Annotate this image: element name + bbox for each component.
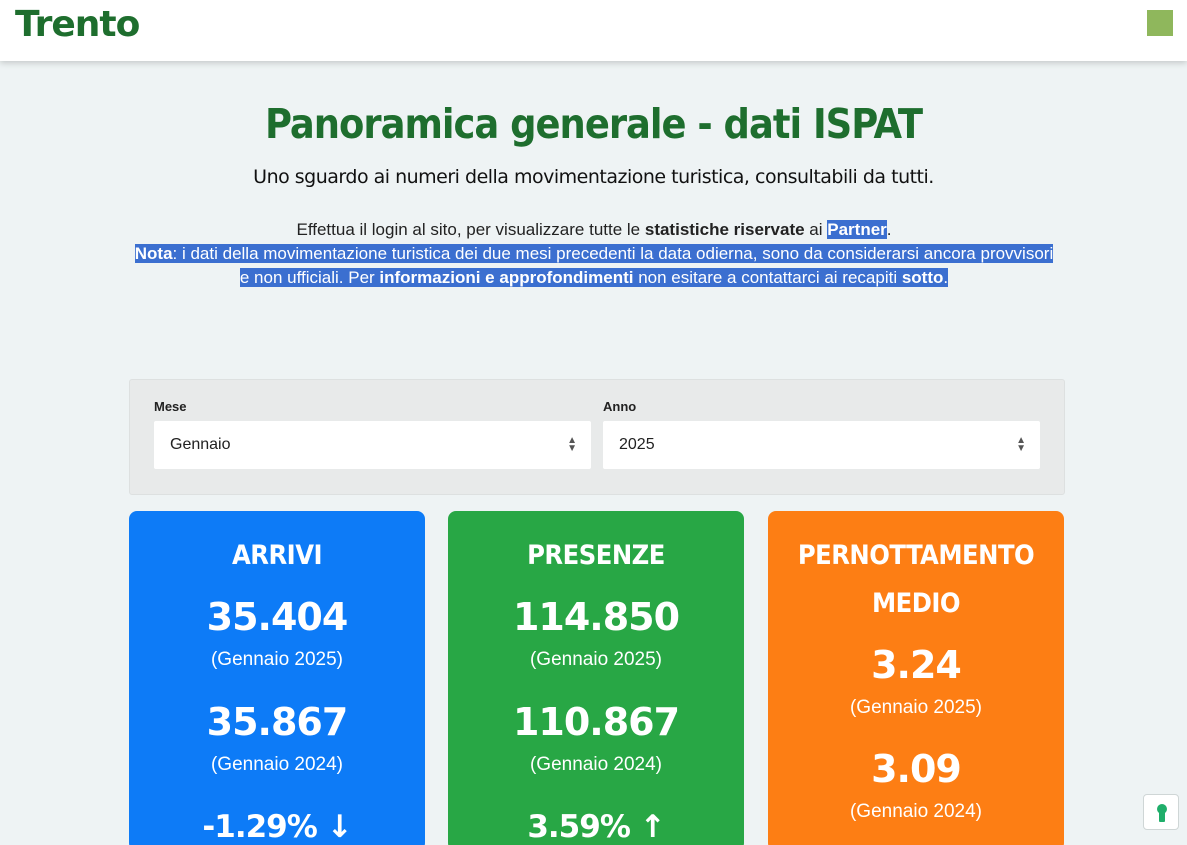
current-value: 35.404 <box>206 595 349 639</box>
previous-value: 110.867 <box>512 700 680 744</box>
delta-value: 3.59% <box>527 809 631 845</box>
year-label: Anno <box>603 399 637 414</box>
select-caret-icon: ▲ ▼ <box>567 435 577 454</box>
delta-value: -1.29% <box>202 809 317 845</box>
month-select-value: Gennaio <box>170 436 231 453</box>
top-navbar: Trento <box>0 0 1187 61</box>
info-text: Effettua il login al sito, per visualizz… <box>130 218 1058 290</box>
login-notice-end: . <box>886 220 892 239</box>
previous-value: 35.867 <box>206 700 349 744</box>
year-select[interactable]: 2025 ▲ ▼ <box>603 421 1040 469</box>
current-period: (Gennaio 2025) <box>529 649 663 670</box>
filters-panel: Mese Gennaio ▲ ▼ Anno 2025 ▲ ▼ <box>129 379 1065 495</box>
card-title: PRESENZE <box>527 540 665 571</box>
card-pernottamento-medio: PERNOTTAMENTO MEDIO 3.24 (Gennaio 2025) … <box>768 511 1064 845</box>
nota-label: Nota <box>134 244 173 263</box>
current-value: 114.850 <box>512 595 680 639</box>
delta-row: 3.59% ↑ <box>448 809 744 845</box>
accessibility-helper-button[interactable] <box>1143 794 1179 830</box>
nota-end: . <box>943 268 949 287</box>
select-caret-icon: ▲ ▼ <box>1016 435 1026 454</box>
card-arrivi: ARRIVI 35.404 (Gennaio 2025) 35.867 (Gen… <box>129 511 425 845</box>
page-subtitle: Uno sguardo ai numeri della movimentazio… <box>253 166 934 188</box>
month-select[interactable]: Gennaio ▲ ▼ <box>154 421 591 469</box>
delta-row: -1.29% ↓ <box>129 809 425 845</box>
login-notice-text: Effettua il login al sito, per visualizz… <box>296 220 645 239</box>
info-link[interactable]: informazioni e approfondimenti <box>379 268 633 287</box>
login-notice-mid: ai <box>804 220 828 239</box>
current-period: (Gennaio 2025) <box>210 649 344 670</box>
card-title-line2: MEDIO <box>871 588 961 619</box>
arrow-up-icon: ↑ <box>639 809 666 845</box>
previous-period: (Gennaio 2024) <box>210 754 344 775</box>
arrow-down-icon: ↓ <box>326 809 353 845</box>
card-presenze: PRESENZE 114.850 (Gennaio 2025) 110.867 … <box>448 511 744 845</box>
month-label: Mese <box>154 399 187 414</box>
partner-link[interactable]: Partner <box>827 220 887 239</box>
card-title-line1: PERNOTTAMENTO <box>797 540 1035 571</box>
contacts-link[interactable]: sotto <box>902 268 944 287</box>
nota-notice: Nota: i dati della movimentazione turist… <box>130 242 1058 290</box>
current-period: (Gennaio 2025) <box>849 697 983 718</box>
previous-period: (Gennaio 2024) <box>849 801 983 822</box>
login-notice: Effettua il login al sito, per visualizz… <box>130 218 1058 242</box>
menu-toggle-button[interactable] <box>1147 10 1173 36</box>
card-title: ARRIVI <box>231 540 323 571</box>
reserved-stats-text: statistiche riservate <box>644 220 805 239</box>
previous-value: 3.09 <box>871 747 962 791</box>
year-select-value: 2025 <box>619 436 655 453</box>
current-value: 3.24 <box>871 643 962 687</box>
trento-logo[interactable]: Trento <box>15 4 140 45</box>
previous-period: (Gennaio 2024) <box>529 754 663 775</box>
nota-text-2: non esitare a contattarci ai recapiti <box>633 268 902 287</box>
page-title: Panoramica generale - dati ISPAT <box>264 100 923 148</box>
